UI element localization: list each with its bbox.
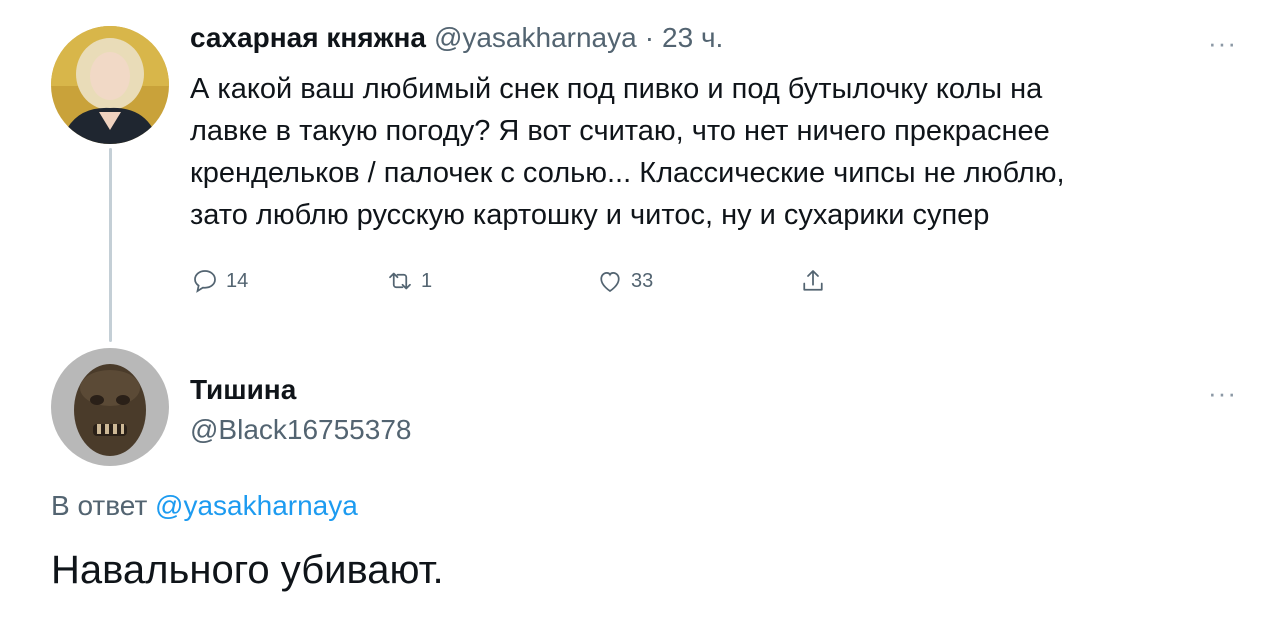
reply-button[interactable]: 14 [190,266,248,296]
share-button[interactable] [798,266,834,296]
like-count: 33 [631,269,654,292]
reply-context: В ответ @yasakharnaya [51,490,358,522]
tweet-text-line: лавке в такую погоду? Я вот считаю, что … [190,115,1050,147]
thread-connector-line [109,148,112,342]
reply-prefix: В ответ [51,490,148,521]
author-name[interactable]: Тишина [190,374,296,406]
tweet-text: Навального убивают. [51,548,444,592]
avatar[interactable] [51,26,169,144]
avatar[interactable] [51,348,169,466]
comment-bubble-icon [194,270,216,293]
reply-mention-link[interactable]: @yasakharnaya [155,490,358,521]
timestamp[interactable]: 23 ч. [662,22,723,54]
like-button[interactable]: 33 [595,266,653,296]
tweet-text-line: А какой ваш любимый снек под пивко и под… [190,73,1043,105]
author-handle[interactable]: @yasakharnaya [434,22,637,54]
share-icon [803,270,823,291]
heart-icon [600,271,620,293]
header-separator: · [644,22,655,53]
retweet-count: 1 [421,269,433,292]
retweet-icon [389,272,411,290]
tweet-text-line: крендельков / палочек с солью... Классич… [190,157,1065,189]
more-dots-icon[interactable]: ··· [1208,378,1237,409]
author-handle[interactable]: @Black16755378 [190,414,411,446]
tweet-text: А какой ваш любимый снек под пивко и под… [190,68,1230,236]
author-name[interactable]: сахарная княжна [190,22,426,54]
tweet-text-line: зато люблю русскую картошку и читос, ну … [190,199,990,231]
more-dots-icon[interactable]: ··· [1208,28,1237,59]
retweet-button[interactable]: 1 [385,266,432,296]
tweet-header: сахарная княжна @yasakharnaya · 23 ч. [190,22,723,54]
reply-count: 14 [226,269,249,292]
